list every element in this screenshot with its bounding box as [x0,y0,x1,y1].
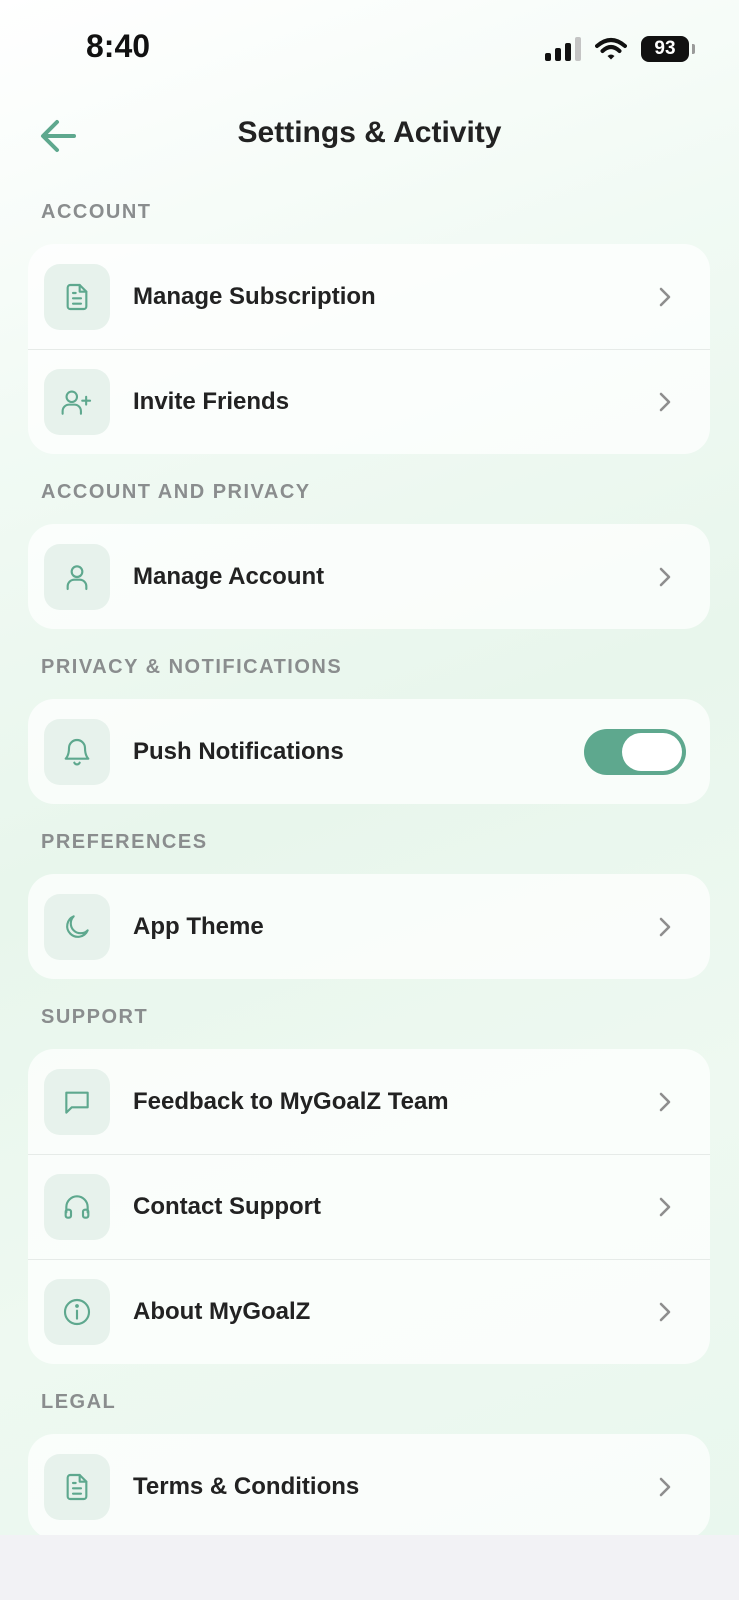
icon-box [44,893,110,960]
icon-box [44,1068,110,1135]
chevron-right-icon [658,1197,678,1217]
toggle-knob [622,732,682,771]
nav-header: Settings & Activity [0,100,739,170]
row-about[interactable]: About MyGoalZ [28,1259,710,1364]
settings-list: ACCOUNT Manage Subscription Invite Frien… [28,200,710,1535]
row-label: App Theme [133,912,264,940]
icon-box [44,369,110,435]
info-icon [63,1298,91,1326]
page-title: Settings & Activity [237,116,502,149]
user-icon [66,564,88,590]
chevron-right-icon [658,1477,678,1497]
cellular-signal-icon [545,37,581,61]
chevron-right-icon [658,287,678,307]
bottom-area [0,1535,739,1600]
row-feedback[interactable]: Feedback to MyGoalZ Team [28,1049,710,1154]
row-label: Manage Subscription [133,282,376,310]
chevron-right-icon [658,392,678,412]
headphones-icon [64,1195,90,1219]
chevron-right-icon [658,917,678,937]
icon-box [44,718,110,785]
section-title-preferences: PREFERENCES [41,831,208,853]
section-title-privacy-notifications: PRIVACY & NOTIFICATIONS [41,656,343,678]
card-privacy-notifications: Push Notifications [28,699,710,804]
wifi-icon [595,38,627,60]
section-title-account: ACCOUNT [41,201,152,223]
icon-box [44,1174,110,1240]
chevron-right-icon [658,567,678,587]
status-icons: 93 [545,36,695,62]
icon-box [44,263,110,330]
screen: 8:40 93 Settings & Activity ACCOUNT Mana… [0,0,739,1535]
row-label: Push Notifications [133,737,344,765]
status-time: 8:40 [86,28,151,64]
card-legal: Terms & Conditions [28,1434,710,1535]
chevron-right-icon [658,1302,678,1322]
row-label: Terms & Conditions [133,1472,360,1500]
icon-box [44,1453,110,1520]
row-push-notifications: Push Notifications [28,699,710,804]
user-plus-icon [61,390,92,415]
icon-box [44,1279,110,1345]
row-label: Manage Account [133,562,325,590]
row-manage-account[interactable]: Manage Account [28,524,710,629]
status-bar: 8:40 93 [0,0,739,100]
section-title-account-privacy: ACCOUNT AND PRIVACY [41,481,311,503]
row-app-theme[interactable]: App Theme [28,874,710,979]
row-label: Feedback to MyGoalZ Team [133,1087,449,1115]
row-manage-subscription[interactable]: Manage Subscription [28,244,710,349]
card-account: Manage Subscription Invite Friends [28,244,710,454]
card-preferences: App Theme [28,874,710,979]
document-icon [66,1473,88,1500]
row-label: Contact Support [133,1193,321,1220]
row-invite-friends[interactable]: Invite Friends [28,349,710,454]
bell-icon [64,738,90,765]
chevron-right-icon [658,1092,678,1112]
card-support: Feedback to MyGoalZ Team Contact Support [28,1049,710,1364]
icon-box [44,543,110,610]
row-terms[interactable]: Terms & Conditions [28,1434,710,1535]
row-contact-support[interactable]: Contact Support [28,1154,710,1259]
document-icon [66,283,88,310]
section-title-legal: LEGAL [41,1391,117,1413]
row-label: Invite Friends [133,388,290,415]
section-title-support: SUPPORT [41,1006,149,1028]
battery-indicator: 93 [641,36,695,62]
push-notifications-toggle[interactable] [584,728,686,775]
card-account-privacy: Manage Account [28,524,710,629]
message-icon [65,1091,89,1114]
moon-icon [66,914,89,938]
row-label: About MyGoalZ [133,1298,311,1325]
